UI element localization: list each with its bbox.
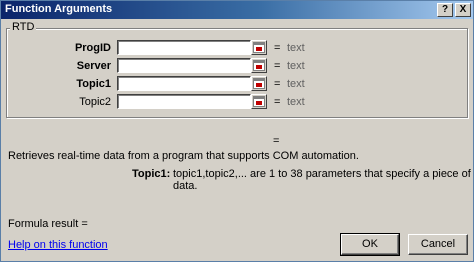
topic1-input[interactable] bbox=[117, 76, 251, 91]
collapse-dialog-button[interactable] bbox=[251, 58, 267, 73]
arg-label-server: Server bbox=[76, 60, 111, 72]
collapse-dialog-button[interactable] bbox=[251, 94, 267, 109]
argument-help-name: Topic1: bbox=[132, 168, 171, 180]
dialog-title: Function Arguments bbox=[5, 3, 113, 15]
collapse-dialog-icon bbox=[253, 42, 265, 53]
arg-label-progid: ProgID bbox=[74, 42, 111, 54]
arg-type-server: text bbox=[287, 60, 305, 72]
arg-type-topic2: text bbox=[287, 96, 305, 108]
collapse-dialog-icon bbox=[253, 78, 265, 89]
arg-type-progid: text bbox=[287, 42, 305, 54]
function-result-eq: = bbox=[273, 135, 280, 147]
function-arguments-dialog: Function Arguments ? X RTD ProgID = text… bbox=[0, 0, 474, 262]
cancel-button[interactable]: Cancel bbox=[408, 234, 468, 255]
arg-eq-topic2: = bbox=[274, 96, 281, 108]
arg-eq-progid: = bbox=[274, 42, 281, 54]
collapse-dialog-button[interactable] bbox=[251, 40, 267, 55]
help-button[interactable]: ? bbox=[437, 3, 453, 17]
function-name-label: RTD bbox=[10, 21, 37, 33]
function-description: Retrieves real-time data from a program … bbox=[8, 150, 359, 162]
collapse-dialog-icon bbox=[253, 60, 265, 71]
close-button[interactable]: X bbox=[455, 3, 471, 17]
arg-type-topic1: text bbox=[287, 78, 305, 90]
collapse-dialog-icon bbox=[253, 96, 265, 107]
collapse-dialog-button[interactable] bbox=[251, 76, 267, 91]
arg-label-topic2: Topic2 bbox=[79, 96, 111, 108]
argument-help-text: topic1,topic2,... are 1 to 38 parameters… bbox=[173, 168, 471, 192]
title-bar[interactable]: Function Arguments ? X bbox=[1, 1, 473, 19]
arg-eq-server: = bbox=[274, 60, 281, 72]
topic2-input[interactable] bbox=[117, 94, 251, 109]
help-on-function-link[interactable]: Help on this function bbox=[8, 239, 108, 251]
progid-input[interactable] bbox=[117, 40, 251, 55]
arg-label-topic1: Topic1 bbox=[76, 78, 111, 90]
formula-result-label: Formula result = bbox=[8, 218, 88, 230]
ok-button[interactable]: OK bbox=[340, 233, 400, 256]
arg-eq-topic1: = bbox=[274, 78, 281, 90]
server-input[interactable] bbox=[117, 58, 251, 73]
